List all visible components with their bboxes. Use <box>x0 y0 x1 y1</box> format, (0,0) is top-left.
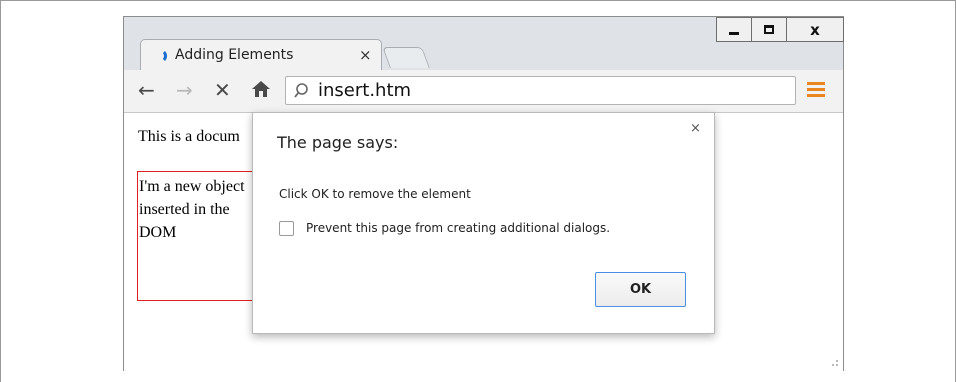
alert-dialog: The page says: × Click OK to remove the … <box>252 112 715 334</box>
tab-close-icon[interactable]: × <box>359 46 372 64</box>
close-icon: x <box>810 20 820 39</box>
forward-arrow-icon[interactable]: → <box>176 79 193 101</box>
maximize-button[interactable] <box>751 17 787 42</box>
minimize-icon <box>729 32 739 35</box>
url-text: insert.htm <box>318 80 412 101</box>
document-text: This is a docum <box>138 128 240 145</box>
inserted-element-box: I'm a new object inserted in the DOM <box>137 171 267 301</box>
close-window-button[interactable]: x <box>786 17 844 42</box>
inserted-element-text: I'm a new object inserted in the DOM <box>139 178 245 241</box>
new-tab-button[interactable] <box>382 47 430 68</box>
dialog-title: The page says: <box>277 133 399 152</box>
loading-spinner-icon <box>159 49 167 63</box>
prevent-dialogs-checkbox[interactable] <box>279 221 294 236</box>
frame-left-line <box>0 0 1 382</box>
home-icon[interactable] <box>251 79 271 103</box>
back-arrow-icon[interactable]: ← <box>138 79 155 101</box>
maximize-icon <box>764 25 774 34</box>
search-icon <box>294 83 308 98</box>
tab-title: Adding Elements <box>175 47 294 63</box>
stop-icon[interactable]: ✕ <box>214 79 231 101</box>
address-bar[interactable]: insert.htm <box>285 76 796 105</box>
tab-adding-elements[interactable]: Adding Elements × <box>140 39 382 72</box>
menu-icon[interactable] <box>807 82 825 100</box>
resize-grip-icon[interactable] <box>824 352 840 368</box>
home-glyph <box>252 81 270 97</box>
dialog-message: Click OK to remove the element <box>279 187 471 201</box>
frame-top-line <box>0 0 956 1</box>
dialog-close-icon[interactable]: × <box>690 121 701 136</box>
title-bar: Adding Elements × x <box>124 17 844 72</box>
toolbar: ← → ✕ insert.htm <box>124 70 843 113</box>
prevent-dialogs-label[interactable]: Prevent this page from creating addition… <box>306 221 610 235</box>
ok-button[interactable]: OK <box>595 272 686 307</box>
minimize-button[interactable] <box>716 17 752 42</box>
